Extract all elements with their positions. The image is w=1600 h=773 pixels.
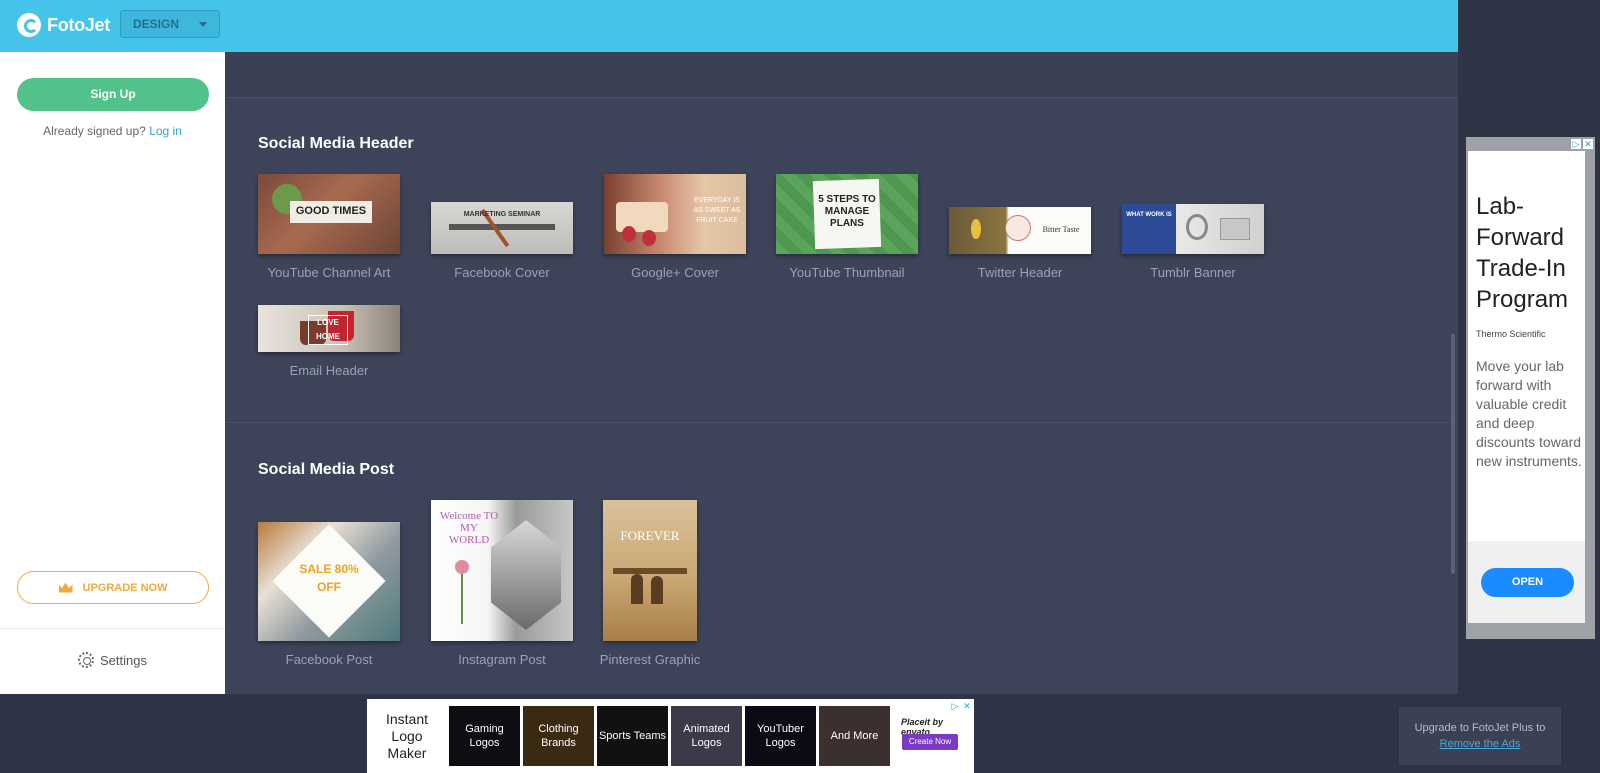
login-link[interactable]: Log in (149, 124, 182, 138)
section-title-header: Social Media Header (258, 135, 414, 152)
mode-select[interactable]: DESIGN (120, 10, 220, 38)
close-icon[interactable]: ✕ (1583, 139, 1593, 149)
thumbnail: FOREVER (603, 500, 697, 641)
template-label: Email Header (289, 363, 369, 378)
thumb-text: 5 STEPS TO MANAGE PLANS (818, 194, 876, 229)
mode-select-value: DESIGN (133, 17, 180, 31)
bottom-ad-tile[interactable]: Clothing Brands (523, 706, 594, 766)
ad-info-icon[interactable]: ▷ (1571, 139, 1581, 149)
sidebar-divider (0, 628, 225, 629)
ad-open-button[interactable]: OPEN (1481, 568, 1574, 597)
sidebar: Sign Up Already signed up? Log in UPGRAD… (0, 52, 225, 694)
right-ad: ▷ ✕ Lab-Forward Trade-In Program Thermo … (1466, 137, 1595, 639)
thumbnail: EVERYDAY IS AS SWEET AS FRUIT CAKE (604, 174, 746, 254)
thumb-text: Bitter Taste (1042, 225, 1080, 234)
bottom-ad[interactable]: ▷ ✕ Instant Logo Maker Gaming Logos Clot… (367, 699, 974, 773)
bottom-ad-tile[interactable]: Gaming Logos (449, 706, 520, 766)
main-content: Social Media Header GOOD TIMES YouTube C… (225, 52, 1458, 694)
thumbnail: MARKETING SEMINAR (431, 202, 573, 254)
already-signed-up: Already signed up? Log in (0, 124, 225, 138)
remove-ads-text: Upgrade to FotoJet Plus to (1414, 722, 1546, 734)
upgrade-label: UPGRADE NOW (82, 581, 168, 594)
thumbnail: 5 STEPS TO MANAGE PLANS (776, 174, 918, 254)
template-label: Tumblr Banner (1150, 265, 1236, 280)
thumbnail: Welcome TO MY WORLD (431, 500, 573, 641)
template-label: YouTube Channel Art (267, 265, 391, 280)
right-ad-content[interactable]: Lab-Forward Trade-In Program Thermo Scie… (1468, 151, 1585, 623)
thumb-text: Welcome TO MY WORLD (439, 510, 499, 546)
remove-ads-link[interactable]: Remove the Ads (1399, 736, 1561, 752)
bottom-ad-tile[interactable]: And More (819, 706, 890, 766)
thumb-text: WHAT WORK IS (1126, 212, 1172, 218)
bottom-ad-tile[interactable]: YouTuber Logos (745, 706, 816, 766)
settings-button[interactable]: Settings (0, 652, 225, 668)
top-bar: FotoJet DESIGN (0, 0, 1458, 52)
ad-body: Move your lab forward with valuable cred… (1476, 358, 1582, 469)
ad-brand: Thermo Scientific (1476, 329, 1546, 339)
signup-button[interactable]: Sign Up (17, 78, 209, 111)
ad-info-icon[interactable]: ▷ (950, 701, 960, 711)
thumb-text: LOVE HOME (308, 315, 348, 345)
thumb-text: FOREVER (620, 528, 680, 543)
crown-icon (58, 582, 73, 593)
template-label: Instagram Post (458, 652, 546, 667)
template-label: Twitter Header (977, 265, 1063, 280)
section-divider (225, 422, 1450, 423)
create-now-button[interactable]: Create Now (902, 734, 958, 750)
template-label: Google+ Cover (631, 265, 719, 280)
ad-choices[interactable]: ▷ ✕ (950, 701, 972, 711)
thumbnail: WHAT WORK IS (1122, 204, 1264, 254)
bottom-ad-title: Instant Logo Maker (385, 711, 429, 761)
main-scrollbar[interactable] (1451, 334, 1455, 574)
thumbnail: Bitter Taste (949, 207, 1091, 254)
thumbnail: LOVE HOME (258, 305, 400, 352)
fotojet-logo-icon (17, 13, 41, 37)
bottom-ad-tile[interactable]: Sports Teams (597, 706, 668, 766)
upgrade-now-button[interactable]: UPGRADE NOW (17, 571, 209, 604)
thumb-text: GOOD TIMES (295, 205, 367, 217)
ad-choices[interactable]: ▷ ✕ (1571, 139, 1593, 149)
thumbnail: SALE 80% OFF (258, 522, 400, 641)
template-label: Facebook Cover (454, 265, 550, 280)
fotojet-logo[interactable]: FotoJet (17, 12, 110, 38)
app-name: FotoJet (47, 14, 110, 35)
thumb-text: SALE 80% OFF (299, 562, 359, 594)
bottom-ad-tile[interactable]: Animated Logos (671, 706, 742, 766)
ad-bottom: OPEN (1468, 541, 1585, 623)
template-label: Pinterest Graphic (599, 652, 701, 667)
thumb-text: MARKETING SEMINAR (463, 211, 541, 218)
thumbnail: GOOD TIMES (258, 174, 400, 254)
settings-label: Settings (100, 652, 147, 668)
section-title-post: Social Media Post (258, 461, 395, 478)
gear-icon (78, 652, 94, 668)
ad-title: Lab-Forward Trade-In Program (1476, 193, 1569, 313)
main-top-strip (225, 52, 1458, 98)
remove-ads-box: Upgrade to FotoJet Plus to Remove the Ad… (1399, 707, 1561, 765)
close-icon[interactable]: ✕ (962, 701, 972, 711)
already-text: Already signed up? (43, 124, 146, 138)
thumb-text: EVERYDAY IS AS SWEET AS FRUIT CAKE (693, 197, 741, 224)
template-label: YouTube Thumbnail (789, 265, 905, 280)
chevron-down-icon (199, 21, 207, 27)
template-label: Facebook Post (285, 652, 373, 667)
